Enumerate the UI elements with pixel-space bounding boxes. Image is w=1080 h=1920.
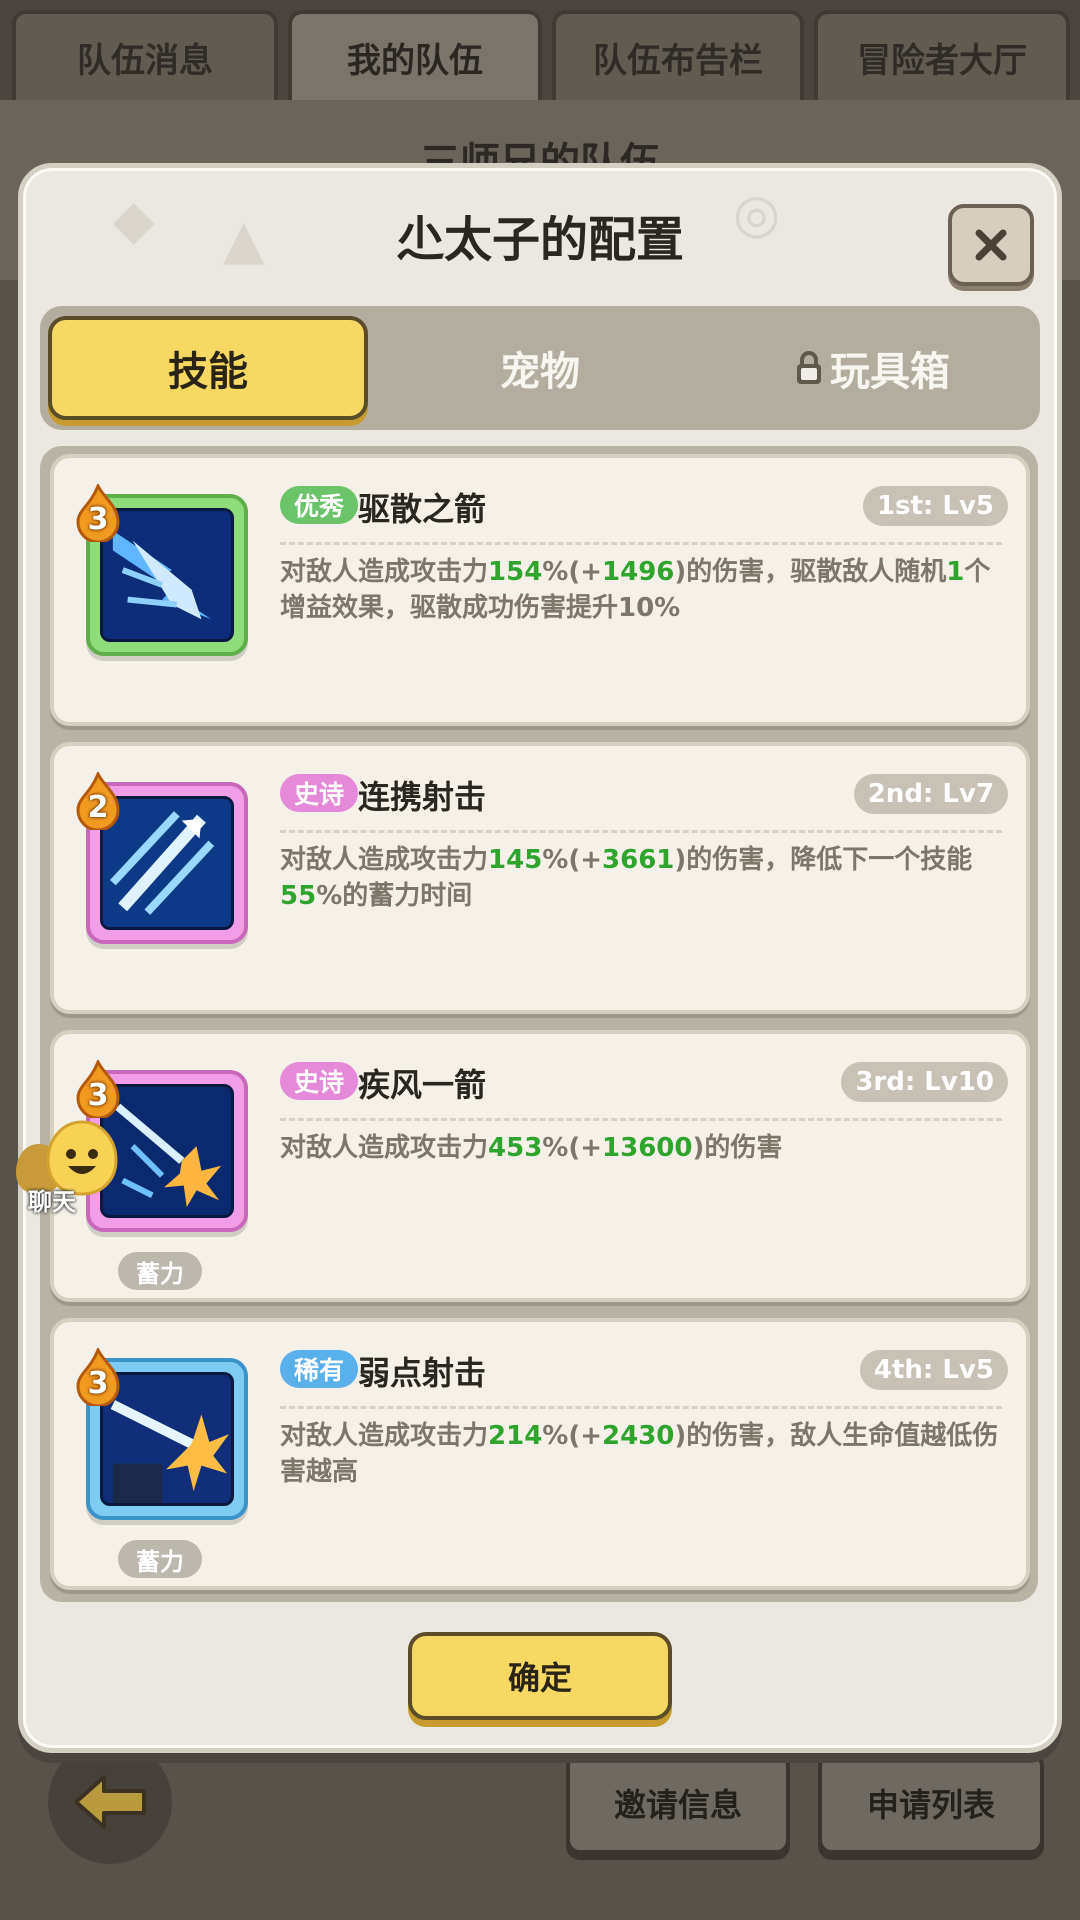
rarity-badge: 稀有 [280,1350,359,1388]
tab-team-messages[interactable]: 队伍消息 [12,10,278,100]
rarity-badge: 优秀 [280,486,359,524]
charge-tag: 蓄力 [118,1540,202,1578]
skill-card[interactable]: 3 优秀 驱散之箭 1st: Lv5 对敌人造成攻击力154%(+1496)的伤… [50,454,1030,726]
description-text: 对敌人造成攻击力 [280,1133,489,1163]
divider [280,1118,1002,1121]
description-text: %(+ [542,845,603,875]
description-text: 对敌人造成攻击力 [280,557,489,587]
highlight-value: 145 [488,845,543,875]
rarity-badge: 史诗 [280,774,359,812]
highlight-value: 1 [946,557,965,587]
close-button[interactable] [948,204,1034,286]
top-tab-bar: 队伍消息 我的队伍 队伍布告栏 冒险者大厅 [0,0,1080,100]
rarity-badge: 史诗 [280,1062,359,1100]
skill-description: 对敌人造成攻击力453%(+13600)的伤害 [280,1130,1010,1166]
tab-skills[interactable]: 技能 [48,316,368,420]
skill-name: 驱散之箭 [358,490,487,528]
highlight-value: 154 [488,557,543,587]
description-text: )的伤害 [692,1133,783,1163]
tab-my-team[interactable]: 我的队伍 [288,10,542,100]
skill-card[interactable]: 3 蓄力 稀有 弱点射击 4th: Lv5 对敌人造成攻击力214%(+2430… [50,1318,1030,1590]
skill-name: 弱点射击 [358,1354,487,1392]
divider [280,542,1002,545]
highlight-value: 13600 [602,1133,693,1163]
dialog-title: 尐太子的配置 [395,212,684,268]
confirm-button[interactable]: 确定 [408,1632,672,1720]
skill-name: 连携射击 [358,778,487,816]
slot-level-badge: 1st: Lv5 [862,486,1008,526]
description-text: %(+ [542,557,603,587]
close-icon [975,229,1007,261]
back-button[interactable] [48,1740,172,1864]
description-text: 对敌人造成攻击力 [280,845,489,875]
description-text: %(+ [542,1133,603,1163]
skill-level: 3 [87,1078,109,1113]
invite-info-button[interactable]: 邀请信息 [566,1752,790,1854]
charge-tag: 蓄力 [118,1252,202,1290]
highlight-value: 3661 [602,845,675,875]
description-text: 对敌人造成攻击力 [280,1421,489,1451]
highlight-value: 1496 [602,557,675,587]
chat-label: 聊天 [28,1188,76,1216]
skill-description: 对敌人造成攻击力154%(+1496)的伤害，驱散敌人随机1个增益效果，驱散成功… [280,554,1010,626]
description-text: )的伤害，驱散敌人随机 [674,557,947,587]
skill-name: 疾风一箭 [358,1066,487,1104]
back-arrow-icon [74,1775,146,1829]
tab-adventurer-hall[interactable]: 冒险者大厅 [814,10,1070,100]
divider [280,1406,1002,1409]
slot-level-badge: 4th: Lv5 [859,1350,1008,1390]
skill-card[interactable]: 3 蓄力 史诗 疾风一箭 3rd: Lv10 对敌人造成攻击力453%(+136… [50,1030,1030,1302]
skill-card[interactable]: 2 史诗 连携射击 2nd: Lv7 对敌人造成攻击力145%(+3661)的伤… [50,742,1030,1014]
highlight-value: 214 [488,1421,543,1451]
tab-toybox-label: 玩具箱 [830,349,950,395]
lock-icon [797,351,821,384]
skill-level: 2 [87,790,109,825]
description-text: )的伤害，降低下一个技能 [674,845,973,875]
skill-level: 3 [87,502,109,537]
skill-description: 对敌人造成攻击力145%(+3661)的伤害，降低下一个技能 55%的蓄力时间 [280,842,1010,914]
tab-team-board[interactable]: 队伍布告栏 [552,10,804,100]
skill-level: 3 [87,1366,109,1401]
config-tabs: 技能 宠物 玩具箱 [40,306,1040,430]
slot-level-badge: 3rd: Lv10 [841,1062,1008,1102]
apply-list-button[interactable]: 申请列表 [818,1752,1044,1854]
skill-description: 对敌人造成攻击力214%(+2430)的伤害，敌人生命值越低伤害越高 [280,1418,1010,1490]
slot-level-badge: 2nd: Lv7 [853,774,1008,814]
divider [280,830,1002,833]
highlight-value: 453 [488,1133,543,1163]
chat-button[interactable]: 聊天 [10,1120,130,1230]
tab-toybox[interactable]: 玩具箱 [712,316,1032,420]
highlight-value: 2430 [602,1421,675,1451]
highlight-value: 55 [280,881,317,911]
description-text: %的蓄力时间 [316,881,473,911]
tab-pets[interactable]: 宠物 [380,316,700,420]
description-text: %(+ [542,1421,603,1451]
